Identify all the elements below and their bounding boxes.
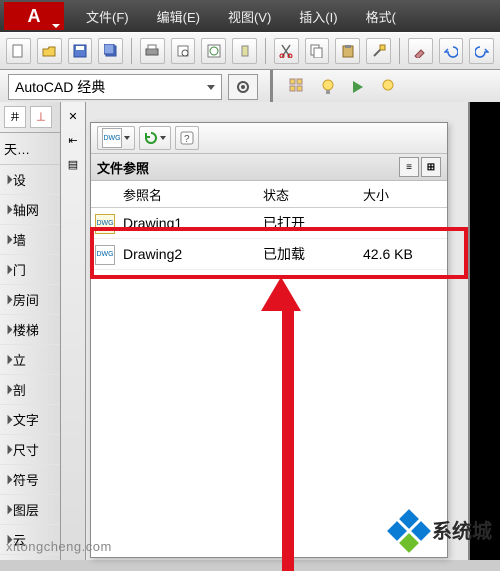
- list-item[interactable]: 剖: [0, 375, 60, 405]
- tools-icon[interactable]: [232, 38, 257, 64]
- hatch-icon[interactable]: 井: [4, 106, 26, 128]
- help-icon[interactable]: ?: [175, 126, 199, 150]
- palette-list: 设 轴网 墙 门 房间 楼梯 立 剖 文字 尺寸 符号 图层 云: [0, 165, 60, 555]
- copy-icon[interactable]: [305, 38, 330, 64]
- menu-edit[interactable]: 编辑(E): [143, 7, 214, 26]
- match-icon[interactable]: [366, 38, 391, 64]
- col-size[interactable]: 大小: [359, 185, 439, 204]
- list-item[interactable]: 轴网: [0, 195, 60, 225]
- anchor-bar: ✕ ⇤ ▤: [61, 102, 86, 560]
- paste-icon[interactable]: [335, 38, 360, 64]
- play-icon[interactable]: [345, 74, 371, 100]
- save-icon[interactable]: [68, 38, 93, 64]
- drawing-canvas[interactable]: [468, 102, 500, 560]
- app-logo-text: A: [28, 6, 41, 27]
- menu-format[interactable]: 格式(: [352, 7, 410, 26]
- chevron-down-icon: [124, 136, 130, 140]
- cell-name: Drawing2: [119, 246, 259, 262]
- list-item[interactable]: 立: [0, 345, 60, 375]
- watermark-icon: [390, 510, 428, 548]
- chevron-down-icon: [160, 136, 166, 140]
- menu-file[interactable]: 文件(F): [72, 7, 143, 26]
- cut-icon[interactable]: [274, 38, 299, 64]
- chevron-down-icon: [207, 85, 215, 90]
- saveas-icon[interactable]: [98, 38, 123, 64]
- app-logo-menu[interactable]: A: [4, 2, 64, 30]
- xref-toolbar: DWG ?: [91, 123, 447, 154]
- dwg-icon: DWG: [95, 245, 115, 265]
- open-icon[interactable]: [37, 38, 62, 64]
- svg-text:?: ?: [184, 134, 190, 145]
- print-icon[interactable]: [140, 38, 165, 64]
- list-item[interactable]: 墙: [0, 225, 60, 255]
- col-status[interactable]: 状态: [259, 185, 359, 204]
- list-view-icon[interactable]: ≡: [399, 157, 419, 177]
- watermark-url: xitongcheng.com: [6, 539, 112, 554]
- props-icon[interactable]: ▤: [63, 154, 83, 174]
- menu-view[interactable]: 视图(V): [214, 7, 285, 26]
- watermark-text: 系统城: [432, 515, 492, 544]
- col-name[interactable]: 参照名: [119, 185, 259, 204]
- gear-icon[interactable]: [228, 74, 258, 100]
- cell-status: 已加载: [259, 244, 359, 264]
- watermark: 系统城: [390, 510, 492, 548]
- separator: [399, 38, 400, 64]
- undo-icon[interactable]: [439, 38, 464, 64]
- cell-status: 已打开: [259, 213, 359, 233]
- workspace-label: AutoCAD 经典: [15, 77, 105, 97]
- brush-icon[interactable]: [408, 38, 433, 64]
- tree-view-icon[interactable]: ⊞: [421, 157, 441, 177]
- main-area: 井 丄 天… 设 轴网 墙 门 房间 楼梯 立 剖 文字 尺寸 符号 图层 云 …: [0, 102, 500, 560]
- dwg-icon: DWG: [95, 214, 115, 234]
- xref-header: 文件参照 ≡ ⊞: [91, 154, 447, 181]
- workspace-dropdown[interactable]: AutoCAD 经典: [8, 74, 222, 100]
- table-row[interactable]: DWG Drawing2 已加载 42.6 KB: [91, 239, 447, 270]
- list-item[interactable]: 房间: [0, 285, 60, 315]
- bulb2-icon[interactable]: [375, 74, 401, 100]
- cell-name: Drawing1: [119, 215, 259, 231]
- cell-size: 42.6 KB: [359, 246, 439, 262]
- workspace-toolbar: AutoCAD 经典: [0, 70, 500, 105]
- separator: [131, 38, 132, 64]
- menubar: A 文件(F) 编辑(E) 视图(V) 插入(I) 格式(: [0, 0, 500, 32]
- menu-insert[interactable]: 插入(I): [285, 7, 351, 26]
- palette-header: 井 丄: [0, 102, 60, 133]
- list-item[interactable]: 门: [0, 255, 60, 285]
- list-item[interactable]: 设: [0, 165, 60, 195]
- list-item[interactable]: 符号: [0, 465, 60, 495]
- separator: [265, 38, 266, 64]
- standard-toolbar: [0, 32, 500, 70]
- close-icon[interactable]: ✕: [63, 106, 83, 126]
- list-item[interactable]: 尺寸: [0, 435, 60, 465]
- redo-icon[interactable]: [469, 38, 494, 64]
- grid-icon[interactable]: [285, 74, 311, 100]
- preview-icon[interactable]: [171, 38, 196, 64]
- list-item[interactable]: 文字: [0, 405, 60, 435]
- palette-title[interactable]: 天…: [0, 133, 60, 165]
- list-item[interactable]: 图层: [0, 495, 60, 525]
- tool-palette: 井 丄 天… 设 轴网 墙 门 房间 楼梯 立 剖 文字 尺寸 符号 图层 云: [0, 102, 61, 560]
- layer-tools: [285, 74, 401, 100]
- list-item[interactable]: 楼梯: [0, 315, 60, 345]
- pin-icon[interactable]: ⇤: [63, 130, 83, 150]
- new-icon[interactable]: [6, 38, 31, 64]
- attach-icon[interactable]: DWG: [97, 126, 135, 150]
- refresh-icon[interactable]: [139, 126, 171, 150]
- vertical-separator: [270, 70, 273, 104]
- xref-panel: DWG ? 文件参照 ≡ ⊞ 参照名 状态 大小 DWG Drawing: [90, 122, 448, 558]
- dim-icon[interactable]: 丄: [30, 106, 52, 128]
- xref-columns: 参照名 状态 大小: [91, 181, 447, 208]
- xref-title: 文件参照: [97, 158, 149, 177]
- publish-icon[interactable]: [201, 38, 226, 64]
- table-row[interactable]: DWG Drawing1 已打开: [91, 208, 447, 239]
- bulb-icon[interactable]: [315, 74, 341, 100]
